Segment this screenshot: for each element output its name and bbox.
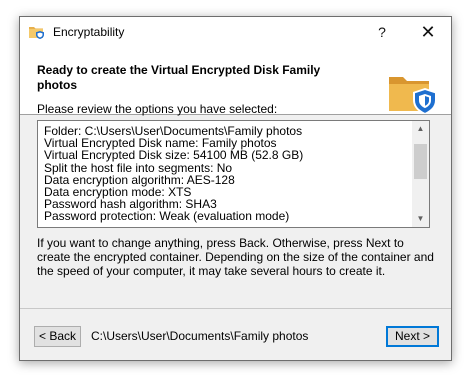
title-bar[interactable]: Encryptability ? ✕ [20,17,451,48]
scroll-up-arrow-icon[interactable]: ▲ [412,121,429,137]
vertical-scrollbar[interactable]: ▲ ▼ [412,121,429,227]
options-list: Folder: C:\Users\User\Documents\Family p… [44,125,411,223]
option-line: Password protection: Weak (evaluation mo… [44,209,290,224]
page-heading: Ready to create the Virtual Encrypted Di… [37,63,321,92]
dialog-window: Encryptability ? ✕ Ready to create the V… [19,16,452,361]
next-button[interactable]: Next > [386,326,439,347]
option-line: Split the host file into segments: No [44,160,233,175]
window-title: Encryptability [53,25,125,39]
folder-shield-icon [29,27,44,39]
folder-shield-icon [389,77,437,115]
help-button[interactable]: ? [359,17,405,48]
info-text: If you want to change anything, press Ba… [37,236,434,278]
options-summary-box[interactable]: Folder: C:\Users\User\Documents\Family p… [37,120,430,228]
scroll-down-arrow-icon[interactable]: ▼ [412,211,429,227]
container-path: C:\Users\User\Documents\Family photos [91,329,309,343]
review-prompt: Please review the options you have selec… [37,102,278,116]
option-line: Virtual Encrypted Disk size: 54100 MB (5… [44,148,304,163]
back-button[interactable]: < Back [34,326,81,347]
close-button[interactable]: ✕ [405,17,451,48]
scroll-thumb[interactable] [414,144,427,179]
footer-divider [20,308,451,309]
